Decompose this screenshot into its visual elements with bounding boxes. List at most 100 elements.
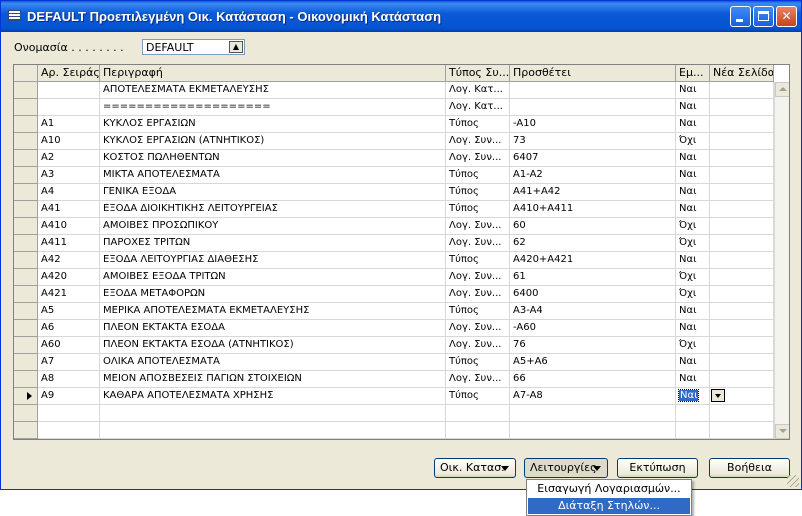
cell-type[interactable]: Τύπος [446,116,510,133]
cell-type[interactable]: Λογ. Συν... [446,337,510,354]
table-row[interactable]: ==================== Λογ. Κατ... Ναι [14,99,774,116]
cell-type[interactable]: Λογ. Συν... [446,218,510,235]
cell-type[interactable]: Λογ. Συν... [446,320,510,337]
row-selector[interactable] [14,201,38,218]
cell-description[interactable]: ΑΠΟΤΕΛΕΣΜΑΤΑ ΕΚΜΕΤΑΛΕΥΣΗΣ [100,82,446,99]
cell-new-page[interactable] [710,405,774,422]
row-selector[interactable] [14,269,38,286]
row-selector[interactable] [14,320,38,337]
cell-new-page[interactable] [710,252,774,269]
scroll-up-button[interactable] [775,82,789,97]
title-bar[interactable]: DEFAULT Προεπιλεγμένη Οικ. Κατάσταση - Ο… [1,1,801,32]
row-selector[interactable] [14,116,38,133]
cell-description[interactable]: ΜΙΚΤΑ ΑΠΟΤΕΛΕΣΜΑΤΑ [100,167,446,184]
cell-code[interactable]: A420 [38,269,100,286]
cell-adds[interactable]: A410+A411 [510,201,676,218]
table-row[interactable]: A7 ΟΛΙΚΑ ΑΠΟΤΕΛΕΣΜΑΤΑ Τύπος A5+A6 Ναι [14,354,774,371]
cell-adds[interactable] [510,82,676,99]
table-row[interactable]: A60 ΠΛΕΟΝ ΕΚΤΑΚΤΑ ΕΣΟΔΑ (ΑΤΝΗΤΙΚΟΣ) Λογ. Σ… [14,337,774,354]
cell-code[interactable]: A42 [38,252,100,269]
cell-adds[interactable]: A7-A8 [510,388,676,405]
cell-type[interactable]: Λογ. Συν... [446,269,510,286]
cell-show[interactable]: Ναι [676,150,710,167]
table-row[interactable]: A3 ΜΙΚΤΑ ΑΠΟΤΕΛΕΣΜΑΤΑ Τύπος A1-A2 Ναι [14,167,774,184]
row-selector[interactable] [14,218,38,235]
row-selector[interactable] [14,235,38,252]
cell-code[interactable]: A4 [38,184,100,201]
cell-new-page[interactable] [710,303,774,320]
column-header-code[interactable]: Αρ. Σειράς [38,65,100,82]
resize-grip-icon[interactable] [787,475,799,487]
cell-show[interactable]: Ναι [676,354,710,371]
cell-new-page[interactable] [710,201,774,218]
functions-menu-item[interactable]: Διάταξη Στηλών... [528,498,690,514]
cell-show[interactable]: Ναι [676,116,710,133]
vertical-scrollbar[interactable] [774,82,789,439]
table-row[interactable]: A2 ΚΟΣΤΟΣ ΠΩΛΗΘΕΝΤΩΝ Λογ. Συν... 6407 Ναι [14,150,774,167]
cell-description[interactable]: ΠΑΡΟΧΕΣ ΤΡΙΤΩΝ [100,235,446,252]
table-row[interactable]: A6 ΠΛΕΟΝ ΕΚΤΑΚΤΑ ΕΣΟΔΑ Λογ. Συν... -A60 Ναι [14,320,774,337]
cell-new-page[interactable] [710,337,774,354]
row-selector[interactable] [14,354,38,371]
cell-type[interactable]: Τύπος [446,354,510,371]
row-selector[interactable] [14,303,38,320]
cell-code[interactable]: A5 [38,303,100,320]
cell-new-page[interactable] [710,167,774,184]
cell-adds[interactable]: 61 [510,269,676,286]
minimize-button[interactable] [730,6,751,27]
table-row[interactable]: A8 ΜΕΙΟΝ ΑΠΟΣΒΕΣΕΙΣ ΠΑΓΙΩΝ ΣΤΟΙΧΕΙΩΝ Λογ. … [14,371,774,388]
cell-code[interactable]: A421 [38,286,100,303]
help-button[interactable]: Βοήθεια [709,458,790,478]
row-selector[interactable] [14,405,38,422]
row-selector[interactable] [14,167,38,184]
table-row[interactable]: A1 ΚΥΚΛΟΣ ΕΡΓΑΣΙΩΝ Τύπος -A10 Ναι [14,116,774,133]
row-selector[interactable] [14,133,38,150]
cell-type[interactable] [446,422,510,439]
column-header-description[interactable]: Περιγραφή [100,65,446,82]
cell-description[interactable]: ΕΞΟΔΑ ΛΕΙΤΟΥΡΓΙΑΣ ΔΙΑΘΕΣΗΣ [100,252,446,269]
cell-description[interactable]: ΠΛΕΟΝ ΕΚΤΑΚΤΑ ΕΣΟΔΑ (ΑΤΝΗΤΙΚΟΣ) [100,337,446,354]
cell-description[interactable]: ΕΞΟΔΑ ΜΕΤΑΦΟΡΩΝ [100,286,446,303]
lookup-button[interactable]: ▲ [229,41,243,53]
cell-adds[interactable]: 66 [510,371,676,388]
cell-show[interactable]: Ναι [676,184,710,201]
cell-show[interactable]: Ναι [676,371,710,388]
cell-adds[interactable]: 6407 [510,150,676,167]
cell-new-page[interactable] [710,354,774,371]
cell-new-page[interactable] [710,218,774,235]
cell-code[interactable] [38,82,100,99]
cell-description[interactable]: ΜΕΙΟΝ ΑΠΟΣΒΕΣΕΙΣ ΠΑΓΙΩΝ ΣΤΟΙΧΕΙΩΝ [100,371,446,388]
row-selector[interactable] [14,184,38,201]
cell-type[interactable]: Τύπος [446,252,510,269]
cell-show[interactable]: Ναι [676,167,710,184]
new-page-dropdown-button[interactable] [711,389,725,402]
cell-adds[interactable]: 6400 [510,286,676,303]
cell-adds[interactable]: 62 [510,235,676,252]
row-selector[interactable] [14,150,38,167]
scroll-down-button[interactable] [775,424,789,439]
cell-show[interactable]: Όχι [676,235,710,252]
cell-code[interactable] [38,99,100,116]
cell-new-page[interactable] [710,99,774,116]
cell-adds[interactable]: 60 [510,218,676,235]
table-row[interactable]: ΑΠΟΤΕΛΕΣΜΑΤΑ ΕΚΜΕΤΑΛΕΥΣΗΣ Λογ. Κατ... Ναι [14,82,774,99]
table-row[interactable]: A4 ΓΕΝΙΚΑ ΕΞΟΔΑ Τύπος A41+A42 Ναι [14,184,774,201]
cell-show[interactable]: Ναι [676,99,710,116]
cell-adds[interactable]: -A10 [510,116,676,133]
cell-code[interactable]: A411 [38,235,100,252]
cell-new-page[interactable] [710,235,774,252]
cell-type[interactable]: Λογ. Συν... [446,286,510,303]
cell-type[interactable]: Λογ. Συν... [446,371,510,388]
cell-show[interactable]: Όχι [676,286,710,303]
cell-code[interactable]: A60 [38,337,100,354]
table-row[interactable]: A10 ΚΥΚΛΟΣ ΕΡΓΑΣΙΩΝ (ΑΤΝΗΤΙΚΟΣ) Λογ. Συν..… [14,133,774,150]
cell-code[interactable]: A1 [38,116,100,133]
cell-description[interactable]: ΜΕΡΙΚΑ ΑΠΟΤΕΛΕΣΜΑΤΑ ΕΚΜΕΤΑΛΕΥΣΗΣ [100,303,446,320]
cell-show[interactable]: Όχι [676,337,710,354]
cell-new-page[interactable] [710,116,774,133]
cell-adds[interactable]: A3-A4 [510,303,676,320]
cell-adds[interactable]: 73 [510,133,676,150]
table-row[interactable] [14,422,774,439]
column-header-adds[interactable]: Προσθέτει [510,65,676,82]
cell-show[interactable]: Ναι [676,252,710,269]
